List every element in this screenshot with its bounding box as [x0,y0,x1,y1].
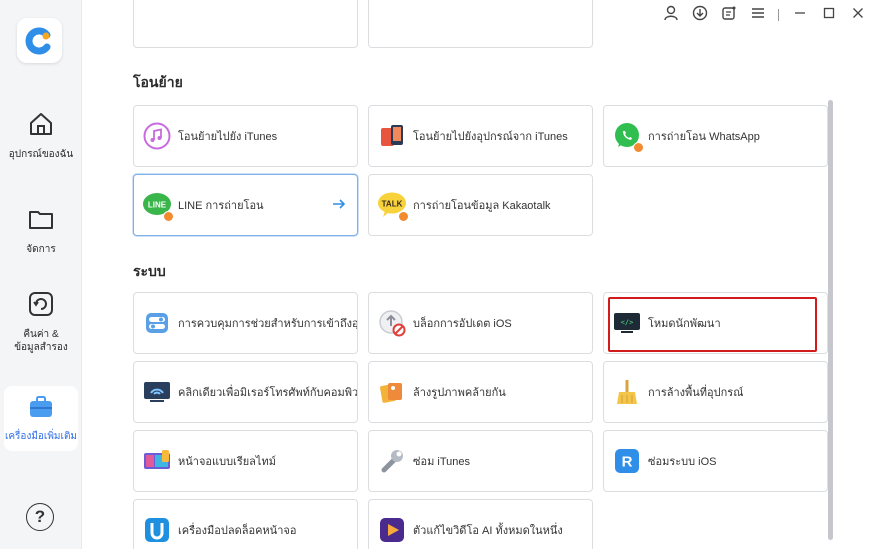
broom-icon [612,377,642,407]
section-title-system: ระบบ [133,263,166,279]
minimize-button[interactable] [785,4,814,26]
card-live-wallpaper[interactable]: หน้าจอแบบเรียลไทม์ [133,430,358,492]
sidebar-item-label: อุปกรณ์ของฉัน [8,149,74,160]
whatsapp-icon [612,121,644,153]
svg-text:TALK: TALK [382,200,403,209]
app-logo [17,18,62,63]
kakaotalk-icon: TALK [377,190,409,222]
unlock-icon [142,515,172,545]
menu-icon [751,6,765,24]
maximize-button[interactable] [814,4,843,26]
card-transfer-from-itunes[interactable]: โอนย้ายไปยังอุปกรณ์จาก iTunes [368,105,593,167]
badge-icon [163,211,174,222]
svg-text:R: R [622,454,633,471]
card-ai-video-editor[interactable]: ตัวแก้ไขวิดีโอ AI ทั้งหมดในหนึ่ง [368,499,593,549]
sidebar-item-manage[interactable]: จัดการ [0,205,82,256]
card-repair-ios[interactable]: R ซ่อมระบบ iOS [603,430,828,492]
help-button[interactable]: ? [26,503,54,531]
wrench-icon [377,446,407,476]
itunes-music-icon [142,121,172,151]
account-button[interactable] [656,4,685,26]
line-app-icon: LINE [142,190,174,222]
card-label: บล็อกการอัปเดต iOS [413,318,512,330]
download-icon [692,5,708,26]
video-editor-icon [377,515,407,545]
card-label: โอนย้ายไปยัง iTunes [178,131,278,143]
toggle-switch-icon [142,308,172,338]
arrow-right-icon [331,196,347,217]
card-partial-2[interactable] [368,0,593,48]
wallpaper-icon [142,446,172,476]
devices-transfer-icon [377,121,407,151]
card-screen-mirror[interactable]: คลิกเดียวเพื่อมิเรอร์โทรศัพท์กับคอมพิวเต… [133,361,358,423]
card-whatsapp-transfer[interactable]: การถ่ายโอน WhatsApp [603,105,828,167]
card-label: การล้างพื้นที่อุปกรณ์ [648,387,744,399]
badge-icon [398,211,409,222]
card-repair-itunes[interactable]: ซ่อม iTunes [368,430,593,492]
sidebar-item-more-tools[interactable]: เครื่องมือเพิ่มเติม [4,386,78,451]
svg-text:LINE: LINE [148,201,167,210]
block-update-icon [377,308,407,338]
section-title-transfer: โอนย้าย [133,74,183,90]
reiboot-icon: R [612,446,642,476]
card-label: LINE การถ่ายโอน [178,200,264,212]
card-kakaotalk-transfer[interactable]: TALK การถ่ายโอนข้อมูล Kakaotalk [368,174,593,236]
svg-text:</>: </> [621,319,634,327]
toolbar-divider [778,9,779,21]
terminal-icon: </> [612,308,642,338]
close-icon [852,6,864,24]
home-icon [27,110,55,142]
card-label: การควบคุมการช่วยสำหรับการเข้าถึงอุปกรณ์ [178,318,357,330]
card-label: ซ่อม iTunes [413,456,470,468]
folder-icon [27,205,55,237]
card-label: การถ่ายโอน WhatsApp [648,131,760,143]
vertical-scrollbar[interactable] [828,100,833,540]
card-label: เครื่องมือปลดล็อคหน้าจอ [178,525,297,537]
card-transfer-to-itunes[interactable]: โอนย้ายไปยัง iTunes [133,105,358,167]
sidebar-item-label: เครื่องมือเพิ่มเติม [4,431,78,442]
card-label: โหมดนักพัฒนา [648,318,721,330]
badge-icon [633,142,644,153]
card-label: ซ่อมระบบ iOS [648,456,717,468]
toolbox-icon [27,394,55,424]
close-button[interactable] [843,4,872,26]
sidebar-item-label: คืนค่า & ข้อมูลสำรอง [14,329,68,353]
card-label: คลิกเดียวเพื่อมิเรอร์โทรศัพท์กับคอมพิวเต… [178,387,357,399]
card-label: ตัวแก้ไขวิดีโอ AI ทั้งหมดในหนึ่ง [413,525,563,537]
card-developer-mode[interactable]: </> โหมดนักพัฒนา [603,292,828,354]
card-partial-1[interactable] [133,0,358,48]
screen-mirror-icon [142,377,172,407]
card-label: ล้างรูปภาพคล้ายกัน [413,387,506,399]
sidebar-item-backup-restore[interactable]: คืนค่า & ข้อมูลสำรอง [0,290,82,354]
restore-icon [27,290,55,322]
menu-button[interactable] [743,4,772,26]
feedback-button[interactable] [714,4,743,26]
window-toolbar [656,4,872,26]
sidebar-item-label: จัดการ [26,244,56,255]
user-icon [663,5,679,26]
sidebar-item-my-device[interactable]: อุปกรณ์ของฉัน [0,110,82,161]
card-label: การถ่ายโอนข้อมูล Kakaotalk [413,200,551,212]
card-line-transfer[interactable]: LINE LINE การถ่ายโอน [133,174,358,236]
sidebar: อุปกรณ์ของฉัน จัดการ คืนค่า & ข้อมูลสำรอง… [0,0,82,549]
card-screen-unlock[interactable]: เครื่องมือปลดล็อคหน้าจอ [133,499,358,549]
card-label: โอนย้ายไปยังอุปกรณ์จาก iTunes [413,131,568,143]
feedback-icon [721,5,737,26]
download-button[interactable] [685,4,714,26]
photos-stack-icon [377,377,407,407]
card-screen-time-control[interactable]: การควบคุมการช่วยสำหรับการเข้าถึงอุปกรณ์ [133,292,358,354]
card-label: หน้าจอแบบเรียลไทม์ [178,456,276,468]
card-device-cleaner[interactable]: การล้างพื้นที่อุปกรณ์ [603,361,828,423]
card-duplicate-photos[interactable]: ล้างรูปภาพคล้ายกัน [368,361,593,423]
maximize-icon [823,6,835,24]
minimize-icon [794,6,806,24]
card-block-ios-update[interactable]: บล็อกการอัปเดต iOS [368,292,593,354]
